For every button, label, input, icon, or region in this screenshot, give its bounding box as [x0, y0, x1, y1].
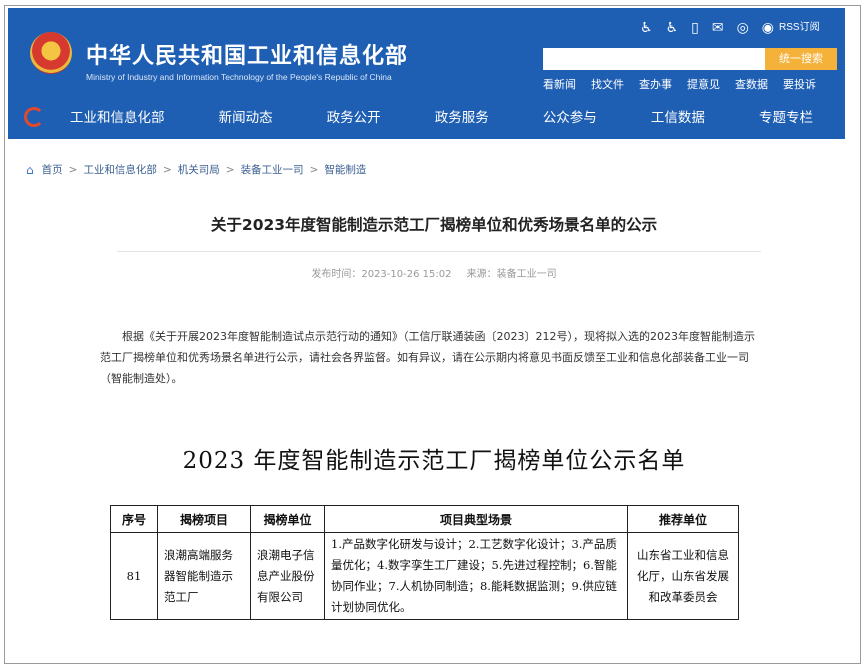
quick-links: 看新闻 找文件 查办事 提意见 查数据 要投诉	[543, 76, 816, 92]
quick-link-services[interactable]: 查办事	[639, 76, 672, 92]
header-unit: 揭榜单位	[250, 505, 325, 533]
site-header: 中华人民共和国工业和信息化部 Ministry of Industry and …	[8, 8, 845, 139]
publish-time: 发布时间：2023-10-26 15:02	[311, 269, 452, 280]
quick-link-data[interactable]: 查数据	[735, 76, 768, 92]
site-subtitle: Ministry of Industry and Information Tec…	[86, 72, 392, 82]
rss-link[interactable]: RSS订阅	[779, 20, 820, 36]
cell-recommender: 山东省工业和信息化厅，山东省发展和改革委员会	[627, 532, 739, 620]
nav-item-miit[interactable]: 工业和信息化部	[58, 104, 177, 132]
article-meta: 发布时间：2023-10-26 15:02 来源：装备工业一司	[0, 265, 868, 280]
nav-item-open-gov[interactable]: 政务公开	[315, 104, 393, 132]
table-header-row: 序号 揭榜项目 揭榜单位 项目典型场景 推荐单位	[110, 505, 739, 533]
nav-item-participation[interactable]: 公众参与	[531, 104, 609, 132]
national-emblem-icon[interactable]	[30, 32, 72, 74]
cell-scenes: 1.产品数字化研发与设计；2.工艺数字化设计；3.产品质量优化；4.数字孪生工厂…	[324, 532, 628, 620]
header-project: 揭榜项目	[157, 505, 251, 533]
breadcrumb-separator: >	[309, 163, 319, 176]
nav-item-news[interactable]: 新闻动态	[207, 104, 285, 132]
article-paragraph: 根据《关于开展2023年度智能制造试点示范行动的通知》（工信厅联通装函〔2023…	[100, 330, 755, 385]
cell-unit: 浪潮电子信息产业股份有限公司	[250, 532, 325, 620]
mobile-icon[interactable]: ▯	[691, 20, 699, 36]
list-title: 2023 年度智能制造示范工厂揭榜单位公示名单	[182, 448, 686, 474]
quick-link-news[interactable]: 看新闻	[543, 76, 576, 92]
article-source: 来源：装备工业一司	[466, 269, 557, 280]
breadcrumb-smart-manufacturing[interactable]: 智能制造	[324, 162, 366, 177]
header-scenes: 项目典型场景	[324, 505, 628, 533]
breadcrumb-departments[interactable]: 机关司局	[178, 162, 220, 177]
table-row: 81 浪潮高端服务器智能制造示范工厂 浪潮电子信息产业股份有限公司 1.产品数字…	[110, 532, 739, 620]
breadcrumb-separator: >	[68, 163, 78, 176]
accessibility-icon[interactable]: ♿	[666, 20, 679, 36]
cell-number: 81	[110, 532, 158, 620]
breadcrumb-home[interactable]: 首页	[42, 162, 63, 177]
nav-item-data[interactable]: 工信数据	[639, 104, 717, 132]
breadcrumb-separator: >	[225, 163, 235, 176]
top-toolbar: ♿︎ ♿ ▯ ✉ ◎ ◉ RSS订阅	[640, 18, 820, 38]
home-icon: ⌂	[26, 162, 34, 177]
nav-item-services[interactable]: 政务服务	[423, 104, 501, 132]
quick-link-files[interactable]: 找文件	[591, 76, 624, 92]
weibo-icon[interactable]: ◉	[762, 20, 774, 36]
site-title[interactable]: 中华人民共和国工业和信息化部	[86, 38, 408, 70]
quick-link-complaint[interactable]: 要投诉	[783, 76, 816, 92]
header-recommender: 推荐单位	[627, 505, 739, 533]
article-title: 关于2023年度智能制造示范工厂揭榜单位和优秀场景名单的公示	[210, 216, 658, 234]
search-input[interactable]	[543, 48, 765, 70]
breadcrumb-separator: >	[162, 163, 172, 176]
breadcrumb-miit[interactable]: 工业和信息化部	[83, 162, 157, 177]
quick-link-feedback[interactable]: 提意见	[687, 76, 720, 92]
nav-item-topics[interactable]: 专题专栏	[747, 104, 825, 132]
mail-icon[interactable]: ✉	[712, 20, 724, 36]
main-nav: 工业和信息化部 新闻动态 政务公开 政务服务 公众参与 工信数据 专题专栏	[58, 104, 845, 132]
header-number: 序号	[110, 505, 158, 533]
cell-project: 浪潮高端服务器智能制造示范工厂	[157, 532, 251, 620]
elder-mode-icon[interactable]: ♿︎	[640, 20, 653, 36]
wechat-icon[interactable]: ◎	[737, 20, 749, 36]
breadcrumb: ⌂ 首页 > 工业和信息化部 > 机关司局 > 装备工业一司 > 智能制造	[26, 162, 366, 177]
title-divider	[117, 251, 761, 252]
search-button[interactable]: 统一搜索	[765, 48, 837, 70]
miit-logo-icon[interactable]	[24, 107, 44, 127]
breadcrumb-equipment-dept[interactable]: 装备工业一司	[241, 162, 304, 177]
winners-table: 序号 揭榜项目 揭榜单位 项目典型场景 推荐单位 81 浪潮高端服务器智能制造示…	[110, 505, 739, 620]
